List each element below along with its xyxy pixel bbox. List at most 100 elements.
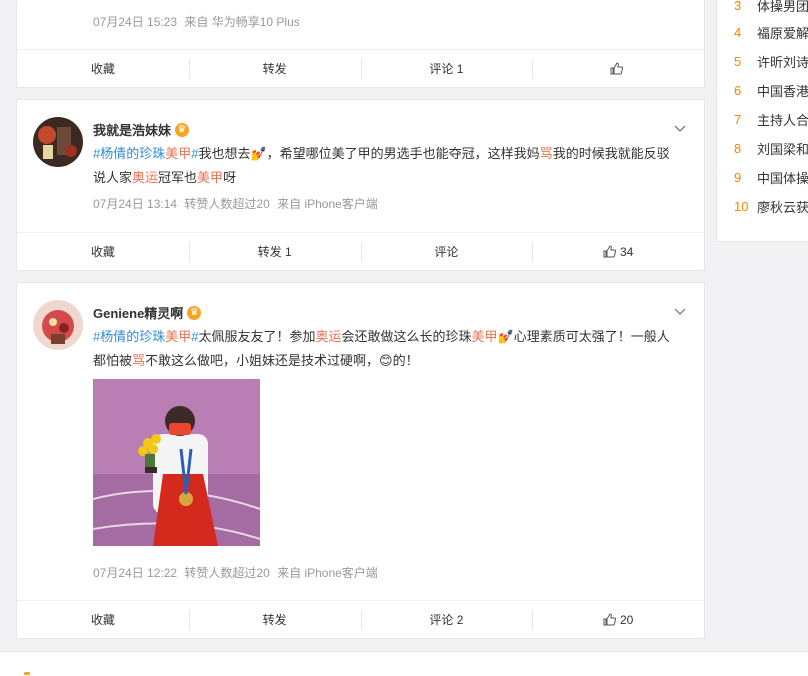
text-segment: 太佩服友友了！参加 [198,329,316,344]
hot-search-item[interactable]: 5 许昕刘诗 [734,47,808,76]
save-label: 收藏 [90,245,115,259]
post-source: 来自 华为畅享10 Plus [184,15,300,29]
post-actions: 收藏 转发 评论 2 20 [17,600,704,638]
hot-search-item[interactable]: 7 主持人合 [734,105,808,134]
weibo-post-card: 07月24日 15:23 来自 华为畅享10 Plus 收藏 转发 评论 1 [16,0,705,88]
like-button[interactable] [532,50,704,87]
hot-search-list: 3 体操男团 4 福原爱解 5 许昕刘诗 6 中国香港 7 主持人合 8 刘国梁和 9 中国体… [716,0,808,242]
vip-crown-icon: ♛ [175,122,190,137]
like-count: 20 [619,612,634,627]
hot-search-item[interactable]: 3 体操男团 [734,0,808,20]
rank-number: 5 [734,54,742,69]
rank-number: 4 [734,25,742,40]
keyword-highlight: 奥运 [132,170,159,185]
rank-title: 福原爱解 [757,26,808,41]
repost-label: 转发 [262,613,287,627]
text-segment: 呀 [223,170,237,185]
post-source: 来自 iPhone客户端 [277,566,378,580]
post-text: #杨倩的珍珠美甲#太佩服友友了！参加奥运会还敢做这么长的珍珠美甲💅心理素质可太强… [93,325,680,373]
chevron-down-icon[interactable] [674,305,686,317]
hashtag-part: #杨倩的珍珠 [93,146,166,161]
rank-title: 体操男团 [757,0,808,14]
post-text: #杨倩的珍珠美甲#我也想去💅，希望哪位美了甲的男选手也能夺冠，这样我妈骂我的时候… [93,142,680,190]
keyword-highlight: 骂 [539,146,553,161]
post-meta: 07月24日 15:23 来自 华为畅享10 Plus [93,13,300,30]
hot-search-item[interactable]: 8 刘国梁和 [734,134,808,163]
repost-label: 转发 [262,62,287,76]
repost-label: 转发 1 [257,245,292,259]
rank-title: 主持人合 [757,113,808,128]
thumbs-up-icon [610,62,623,75]
comment-label: 评论 2 [429,613,464,627]
post-meta: 07月24日 13:14 转赞人数超过20 来自 iPhone客户端 [93,195,378,212]
username-text: 我就是浩妹妹 [93,123,172,138]
avatar[interactable] [33,117,83,167]
username-text: Geniene精灵啊 [93,306,184,321]
post-time[interactable]: 07月24日 13:14 [93,197,177,211]
text-segment: 我也想去💅，希望哪位美了甲的男选手也能夺冠，这样我妈 [198,146,540,161]
rank-title: 许昕刘诗 [757,55,808,70]
rank-number: 8 [734,141,742,156]
comment-label: 评论 [434,245,459,259]
comment-button[interactable]: 评论 1 [360,50,533,87]
like-count: 34 [619,244,634,259]
post-time[interactable]: 07月24日 15:23 [93,15,177,29]
rank-number: 9 [734,170,742,185]
avatar[interactable] [33,300,83,350]
rank-title: 中国香港 [757,84,808,99]
hashtag-part: #杨倩的珍珠 [93,329,166,344]
weibo-post-card: Geniene精灵啊 ♛ #杨倩的珍珠美甲#太佩服友友了！参加奥运会还敢做这么长… [16,282,705,639]
rank-title: 廖秋云获 [757,200,808,215]
post-image[interactable] [93,379,260,546]
hashtag-link[interactable]: #杨倩的珍珠美甲# [93,146,198,161]
keyword-highlight: 美甲 [197,170,224,185]
repost-button[interactable]: 转发 1 [188,233,361,270]
post-repost-info: 转赞人数超过20 [184,197,270,211]
chevron-down-icon[interactable] [674,122,686,134]
text-segment: 不敢这么做吧，小姐妹还是技术过硬啊，😊的！ [145,353,419,368]
decorative-mark [24,672,30,675]
save-label: 收藏 [90,613,115,627]
keyword-highlight: 骂 [132,353,146,368]
repost-button[interactable]: 转发 [188,50,361,87]
like-button[interactable]: 34 [532,233,704,270]
rank-title: 刘国梁和 [757,142,808,157]
hot-search-item[interactable]: 10 廖秋云获 [734,192,808,221]
weibo-post-card: 我就是浩妹妹 ♛ #杨倩的珍珠美甲#我也想去💅，希望哪位美了甲的男选手也能夺冠，… [16,99,705,271]
vip-crown-icon: ♛ [187,305,202,320]
hot-search-item[interactable]: 6 中国香港 [734,76,808,105]
post-actions: 收藏 转发 1 评论 34 [17,232,704,270]
repost-button[interactable]: 转发 [188,601,361,638]
hashtag-highlight: 美甲 [165,146,192,161]
hot-search-item[interactable]: 9 中国体操 [734,163,808,192]
rank-title: 中国体操 [757,171,808,186]
keyword-highlight: 美甲 [471,329,498,344]
hashtag-highlight: 美甲 [165,329,192,344]
rank-number: 3 [734,0,742,13]
bottom-bar [0,651,808,676]
text-segment: 冠军也 [158,170,198,185]
thumbs-up-icon [603,245,616,258]
keyword-highlight: 奥运 [315,329,342,344]
comment-button[interactable]: 评论 [360,233,533,270]
rank-number: 10 [734,199,749,214]
hashtag-link[interactable]: #杨倩的珍珠美甲# [93,329,198,344]
post-repost-info: 转赞人数超过20 [184,566,270,580]
text-segment: 会还敢做这么长的珍珠 [341,329,472,344]
save-button[interactable]: 收藏 [17,50,189,87]
like-button[interactable]: 20 [532,601,704,638]
rank-number: 6 [734,83,742,98]
save-button[interactable]: 收藏 [17,233,189,270]
rank-number: 7 [734,112,742,127]
hot-search-item[interactable]: 4 福原爱解 [734,18,808,47]
post-source: 来自 iPhone客户端 [277,197,378,211]
comment-label: 评论 1 [429,62,464,76]
thumbs-up-icon [603,613,616,626]
post-meta: 07月24日 12:22 转赞人数超过20 来自 iPhone客户端 [93,564,378,581]
save-button[interactable]: 收藏 [17,601,189,638]
post-time[interactable]: 07月24日 12:22 [93,566,177,580]
comment-button[interactable]: 评论 2 [360,601,533,638]
username[interactable]: Geniene精灵啊 ♛ [93,303,202,322]
save-label: 收藏 [90,62,115,76]
username[interactable]: 我就是浩妹妹 ♛ [93,120,190,139]
